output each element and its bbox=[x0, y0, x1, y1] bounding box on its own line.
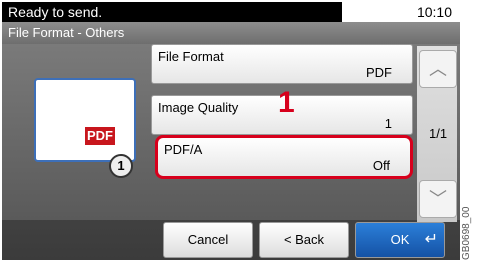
page-indicator: 1/1 bbox=[429, 126, 448, 141]
ok-label: OK bbox=[390, 232, 410, 247]
pdf-a-button[interactable]: PDF/A Off bbox=[155, 135, 413, 179]
ok-button[interactable]: OK ↵ bbox=[355, 222, 445, 258]
setting-value: PDF bbox=[366, 65, 392, 80]
scroll-up-button[interactable]: ︿ bbox=[419, 50, 457, 88]
status-message: Ready to send. bbox=[8, 4, 103, 20]
setting-label: File Format bbox=[158, 49, 224, 64]
document-preview bbox=[34, 78, 136, 162]
chevron-down-icon: ﹀ bbox=[429, 189, 447, 209]
step-number-annotation: 1 bbox=[278, 86, 295, 119]
setting-label: Image Quality bbox=[158, 100, 239, 115]
cancel-button[interactable]: Cancel bbox=[163, 222, 253, 258]
scroll-down-button[interactable]: ﹀ bbox=[419, 180, 457, 218]
pdf-badge: PDF bbox=[85, 127, 115, 145]
image-code: GB0698_00 bbox=[461, 206, 472, 260]
status-time-box: 10:10 bbox=[342, 2, 460, 22]
title-bar: File Format - Others bbox=[2, 22, 460, 44]
screen-title: File Format - Others bbox=[8, 25, 125, 40]
status-bar: Ready to send. 10:10 bbox=[2, 2, 460, 22]
setting-label: PDF/A bbox=[164, 142, 203, 157]
back-button[interactable]: < Back bbox=[259, 222, 349, 258]
clock: 10:10 bbox=[416, 4, 452, 20]
chevron-up-icon: ︿ bbox=[429, 59, 447, 79]
file-format-button[interactable]: File Format PDF bbox=[151, 44, 413, 84]
setting-value: 1 bbox=[384, 116, 392, 131]
setting-value: Off bbox=[372, 158, 390, 173]
enter-icon: ↵ bbox=[424, 231, 438, 248]
preview-number-badge: 1 bbox=[109, 154, 133, 178]
